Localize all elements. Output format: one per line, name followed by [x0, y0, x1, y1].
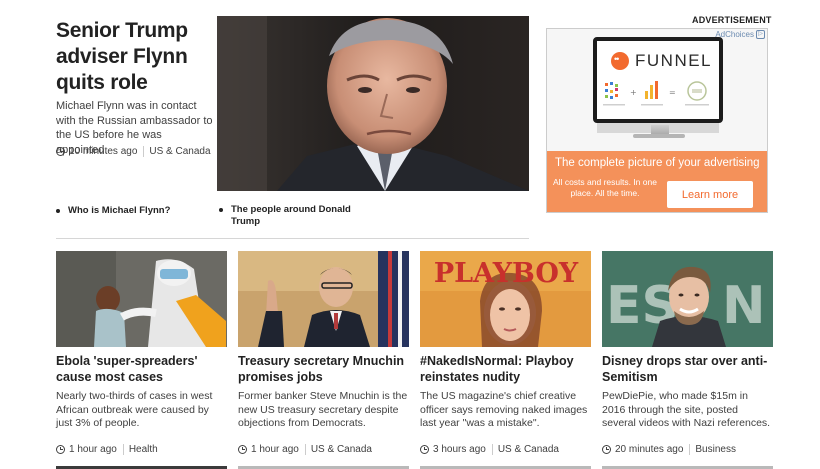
lead-photo[interactable]: [217, 16, 529, 191]
pewdiepie-photo[interactable]: ES N: [602, 251, 773, 347]
card-meta: 20 minutes ago Business: [602, 444, 736, 455]
card-section-link[interactable]: Health: [129, 444, 158, 455]
card-headline[interactable]: Disney drops star over anti-Semitism: [602, 353, 773, 385]
clock-icon: [238, 445, 247, 454]
playboy-masthead-text: PLAYBOY: [434, 258, 579, 289]
clock-icon: [602, 445, 611, 454]
playboy-photo[interactable]: PLAYBOY: [420, 251, 591, 347]
story-card-mnuchin[interactable]: Treasury secretary Mnuchin promises jobs…: [238, 251, 409, 455]
advert-subline: All costs and results. In one place. All…: [553, 177, 657, 198]
meta-divider: [143, 146, 145, 157]
adchoices-icon: ▷: [756, 30, 765, 39]
monitor-illustration: FUNNEL + =: [593, 37, 723, 133]
adchoices-link[interactable]: AdChoices ▷: [715, 30, 765, 39]
card-summary: Nearly two-thirds of cases in west Afric…: [56, 390, 213, 429]
story-card-ebola[interactable]: Ebola 'super-spreaders' cause most cases…: [56, 251, 227, 455]
card-timestamp: 3 hours ago: [433, 444, 486, 455]
story-card-playboy[interactable]: PLAYBOY #NakedIsNormal: Playboy reinstat…: [420, 251, 591, 455]
ebola-photo[interactable]: [56, 251, 227, 347]
mnuchin-photo[interactable]: [238, 251, 409, 347]
card-timestamp: 1 hour ago: [69, 444, 117, 455]
card-summary: PewDiePie, who made $15m in 2016 through…: [602, 390, 771, 429]
clock-icon: [420, 445, 429, 454]
card-headline[interactable]: Ebola 'super-spreaders' cause most cases: [56, 353, 227, 385]
card-headline[interactable]: Treasury secretary Mnuchin promises jobs: [238, 353, 409, 385]
mnuchin-swearing-in-image: [238, 251, 409, 347]
lead-meta: 10 minutes ago US & Canada: [56, 146, 211, 157]
story-card-pewdiepie[interactable]: ES N Disney drops star over anti-Semitis…: [602, 251, 773, 455]
card-meta: 1 hour ago Health: [56, 444, 158, 455]
card-summary: Former banker Steve Mnuchin is the new U…: [238, 390, 408, 429]
card-timestamp: 20 minutes ago: [615, 444, 684, 455]
clock-icon: [56, 147, 65, 156]
card-section-link[interactable]: US & Canada: [498, 444, 559, 455]
funnel-brand-text: FUNNEL: [635, 51, 713, 70]
ebola-health-worker-image: [56, 251, 227, 347]
card-timestamp: 1 hour ago: [251, 444, 299, 455]
meta-divider: [304, 444, 306, 455]
funnel-diagram-graphic: + =: [603, 81, 709, 106]
svg-text:=: =: [669, 88, 676, 97]
michael-flynn-photo: [217, 16, 529, 191]
advert-banner[interactable]: AdChoices ▷ FUNNEL + =: [546, 28, 768, 213]
learn-more-button[interactable]: Learn more: [667, 181, 753, 208]
related-link-2[interactable]: The people around Donald Trump: [219, 204, 369, 228]
card-headline[interactable]: #NakedIsNormal: Playboy reinstates nudit…: [420, 353, 591, 385]
section-divider: [56, 238, 529, 239]
card-section-link[interactable]: US & Canada: [311, 444, 372, 455]
lead-section-link[interactable]: US & Canada: [149, 146, 210, 157]
clock-icon: [56, 445, 65, 454]
funnel-logo-icon: [611, 52, 629, 70]
lead-timestamp: 10 minutes ago: [69, 146, 138, 157]
playboy-cover-image: PLAYBOY: [420, 251, 591, 347]
lead-headline-link[interactable]: Senior Trump adviser Flynn quits role: [56, 18, 216, 96]
meta-divider: [122, 444, 124, 455]
advert-headline: The complete picture of your advertising: [555, 157, 760, 169]
monitor-stand-base: [633, 134, 685, 138]
card-section-link[interactable]: Business: [695, 444, 736, 455]
meta-divider: [689, 444, 691, 455]
svg-text:+: +: [630, 88, 637, 97]
related-link-1[interactable]: Who is Michael Flynn?: [56, 205, 206, 217]
card-summary: The US magazine's chief creative officer…: [420, 390, 588, 429]
advertisement-label: ADVERTISEMENT: [692, 15, 772, 25]
meta-divider: [491, 444, 493, 455]
card-meta: 1 hour ago US & Canada: [238, 444, 372, 455]
pewdiepie-image: ES N: [602, 251, 773, 347]
advert-orange-band: The complete picture of your advertising…: [547, 151, 767, 212]
card-meta: 3 hours ago US & Canada: [420, 444, 559, 455]
svg-text:N: N: [722, 276, 766, 336]
funnel-logo: FUNNEL: [611, 51, 712, 71]
